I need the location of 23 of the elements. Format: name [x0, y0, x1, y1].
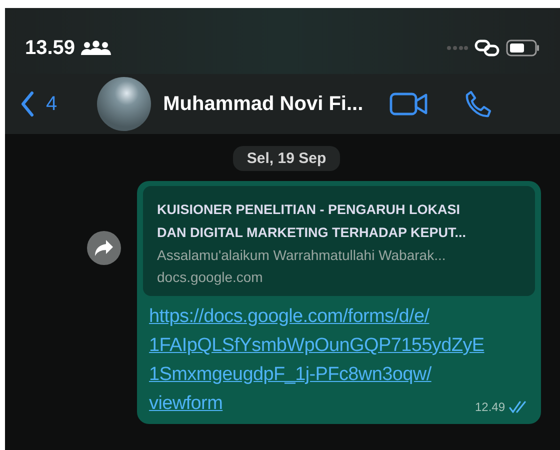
battery-icon — [506, 39, 540, 57]
avatar[interactable] — [97, 77, 152, 131]
message-time: 12.49 — [474, 400, 505, 414]
link-line[interactable]: https://docs.google.com/forms/d/e/ — [149, 302, 430, 331]
preview-title: KUISIONER PENELITIAN - PENGARUH LOKASI DAN DIGITAL MARKETING TERHADAP KEPUT... — [157, 201, 468, 242]
date-separator: Sel, 19 Sep — [232, 146, 340, 171]
back-button[interactable]: 4 — [21, 91, 58, 117]
preview-domain: docs.google.com — [157, 268, 264, 287]
link-preview-card[interactable]: KUISIONER PENELITIAN - PENGARUH LOKASI DAN DIGITAL MARKETING TERHADAP KEPUT... Assalamu'alaikum Warrahmatullahi Wabarak... docs.google.com — [143, 186, 535, 296]
link-icon — [474, 39, 500, 57]
people-icon — [81, 40, 112, 56]
link-line[interactable]: viewform — [149, 389, 223, 418]
link-line[interactable]: 1SmxmgeugdpF_1j-PFc8wn3oqw/ — [149, 360, 432, 389]
contact-name[interactable]: Muhammad Novi Fi... — [163, 92, 364, 116]
preview-description: Assalamu'alaikum Warrahmatullahi Wabarak... — [157, 246, 447, 265]
forward-button[interactable] — [87, 231, 121, 265]
link-line[interactable]: 1FAIpQLSfYsmbWpOunGQP7155ydZyE — [149, 331, 484, 360]
forward-arrow-icon — [94, 239, 114, 257]
status-time: 13.59 — [25, 36, 76, 60]
signal-dots-icon — [446, 45, 468, 51]
chevron-left-icon — [21, 91, 34, 117]
video-call-icon[interactable] — [389, 92, 430, 116]
phone-icon[interactable] — [463, 89, 494, 119]
